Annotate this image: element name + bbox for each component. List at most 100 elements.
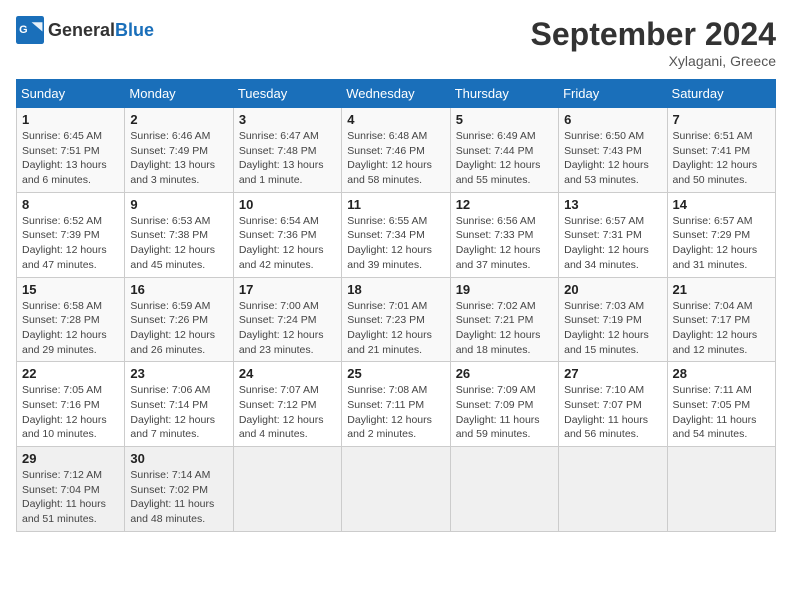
day-number: 18	[347, 282, 444, 297]
month-title: September 2024	[531, 16, 776, 53]
calendar-week-row: 22 Sunrise: 7:05 AMSunset: 7:16 PMDayligh…	[17, 362, 776, 447]
table-row: 20Sunrise: 7:03 AMSunset: 7:19 PMDayligh…	[559, 277, 667, 362]
table-row: 23Sunrise: 7:06 AMSunset: 7:14 PMDayligh…	[125, 362, 233, 447]
day-number: 22	[22, 366, 119, 381]
table-row: 17 Sunrise: 7:00 AMSunset: 7:24 PMDayligh…	[233, 277, 341, 362]
day-number: 7	[673, 112, 770, 127]
cell-info: Sunrise: 6:51 AMSunset: 7:41 PMDaylight:…	[673, 129, 770, 188]
table-row: 29 Sunrise: 7:12 AMSunset: 7:04 PMDayligh…	[17, 447, 125, 532]
location: Xylagani, Greece	[531, 53, 776, 69]
day-number: 8	[22, 197, 119, 212]
cell-info: Sunrise: 6:48 AMSunset: 7:46 PMDaylight:…	[347, 129, 444, 188]
cell-info: Sunrise: 6:59 AMSunset: 7:26 PMDaylight:…	[130, 299, 227, 358]
table-row	[450, 447, 558, 532]
day-number: 9	[130, 197, 227, 212]
day-number: 10	[239, 197, 336, 212]
table-row	[342, 447, 450, 532]
table-row	[233, 447, 341, 532]
table-row: 11Sunrise: 6:55 AMSunset: 7:34 PMDayligh…	[342, 192, 450, 277]
table-row: 26Sunrise: 7:09 AMSunset: 7:09 PMDayligh…	[450, 362, 558, 447]
table-row: 19Sunrise: 7:02 AMSunset: 7:21 PMDayligh…	[450, 277, 558, 362]
table-row: 6 Sunrise: 6:50 AMSunset: 7:43 PMDaylight…	[559, 108, 667, 193]
table-row: 5 Sunrise: 6:49 AMSunset: 7:44 PMDaylight…	[450, 108, 558, 193]
day-number: 5	[456, 112, 553, 127]
logo: G GeneralBlue	[16, 16, 154, 44]
day-number: 27	[564, 366, 661, 381]
cell-info: Sunrise: 7:10 AMSunset: 7:07 PMDaylight:…	[564, 383, 661, 442]
day-number: 19	[456, 282, 553, 297]
calendar-week-row: 29 Sunrise: 7:12 AMSunset: 7:04 PMDayligh…	[17, 447, 776, 532]
table-row: 8 Sunrise: 6:52 AMSunset: 7:39 PMDaylight…	[17, 192, 125, 277]
calendar-week-row: 1 Sunrise: 6:45 AMSunset: 7:51 PMDaylight…	[17, 108, 776, 193]
day-number: 24	[239, 366, 336, 381]
cell-info: Sunrise: 7:00 AMSunset: 7:24 PMDaylight:…	[239, 299, 336, 358]
day-number: 13	[564, 197, 661, 212]
table-row: 30Sunrise: 7:14 AMSunset: 7:02 PMDayligh…	[125, 447, 233, 532]
day-number: 17	[239, 282, 336, 297]
col-tuesday: Tuesday	[233, 80, 341, 108]
logo-blue: Blue	[115, 20, 154, 40]
table-row: 10 Sunrise: 6:54 AMSunset: 7:36 PMDayligh…	[233, 192, 341, 277]
cell-info: Sunrise: 6:46 AMSunset: 7:49 PMDaylight:…	[130, 129, 227, 188]
cell-info: Sunrise: 6:57 AMSunset: 7:29 PMDaylight:…	[673, 214, 770, 273]
table-row: 7 Sunrise: 6:51 AMSunset: 7:41 PMDaylight…	[667, 108, 775, 193]
col-sunday: Sunday	[17, 80, 125, 108]
table-row: 4Sunrise: 6:48 AMSunset: 7:46 PMDaylight…	[342, 108, 450, 193]
cell-info: Sunrise: 7:01 AMSunset: 7:23 PMDaylight:…	[347, 299, 444, 358]
day-number: 2	[130, 112, 227, 127]
cell-info: Sunrise: 6:45 AMSunset: 7:51 PMDaylight:…	[22, 129, 119, 188]
cell-info: Sunrise: 7:09 AMSunset: 7:09 PMDaylight:…	[456, 383, 553, 442]
calendar-header-row: Sunday Monday Tuesday Wednesday Thursday…	[17, 80, 776, 108]
day-number: 21	[673, 282, 770, 297]
cell-info: Sunrise: 6:55 AMSunset: 7:34 PMDaylight:…	[347, 214, 444, 273]
day-number: 3	[239, 112, 336, 127]
day-number: 23	[130, 366, 227, 381]
table-row: 15 Sunrise: 6:58 AMSunset: 7:28 PMDayligh…	[17, 277, 125, 362]
cell-info: Sunrise: 6:58 AMSunset: 7:28 PMDaylight:…	[22, 299, 119, 358]
table-row: 12Sunrise: 6:56 AMSunset: 7:33 PMDayligh…	[450, 192, 558, 277]
day-number: 16	[130, 282, 227, 297]
day-number: 14	[673, 197, 770, 212]
cell-info: Sunrise: 6:52 AMSunset: 7:39 PMDaylight:…	[22, 214, 119, 273]
cell-info: Sunrise: 7:07 AMSunset: 7:12 PMDaylight:…	[239, 383, 336, 442]
table-row: 21 Sunrise: 7:04 AMSunset: 7:17 PMDayligh…	[667, 277, 775, 362]
col-wednesday: Wednesday	[342, 80, 450, 108]
day-number: 30	[130, 451, 227, 466]
calendar-table: Sunday Monday Tuesday Wednesday Thursday…	[16, 79, 776, 532]
svg-text:G: G	[19, 24, 27, 36]
day-number: 6	[564, 112, 661, 127]
cell-info: Sunrise: 7:04 AMSunset: 7:17 PMDaylight:…	[673, 299, 770, 358]
table-row: 28 Sunrise: 7:11 AMSunset: 7:05 PMDayligh…	[667, 362, 775, 447]
cell-info: Sunrise: 6:49 AMSunset: 7:44 PMDaylight:…	[456, 129, 553, 188]
table-row	[559, 447, 667, 532]
day-number: 15	[22, 282, 119, 297]
day-number: 20	[564, 282, 661, 297]
table-row: 16 Sunrise: 6:59 AMSunset: 7:26 PMDayligh…	[125, 277, 233, 362]
logo-general: General	[48, 20, 115, 40]
day-number: 28	[673, 366, 770, 381]
table-row: 1 Sunrise: 6:45 AMSunset: 7:51 PMDaylight…	[17, 108, 125, 193]
title-area: September 2024 Xylagani, Greece	[531, 16, 776, 69]
cell-info: Sunrise: 6:50 AMSunset: 7:43 PMDaylight:…	[564, 129, 661, 188]
day-number: 1	[22, 112, 119, 127]
table-row: 14 Sunrise: 6:57 AMSunset: 7:29 PMDayligh…	[667, 192, 775, 277]
table-row: 2 Sunrise: 6:46 AMSunset: 7:49 PMDaylight…	[125, 108, 233, 193]
day-number: 25	[347, 366, 444, 381]
col-friday: Friday	[559, 80, 667, 108]
cell-info: Sunrise: 7:08 AMSunset: 7:11 PMDaylight:…	[347, 383, 444, 442]
table-row: 22 Sunrise: 7:05 AMSunset: 7:16 PMDayligh…	[17, 362, 125, 447]
cell-info: Sunrise: 7:05 AMSunset: 7:16 PMDaylight:…	[22, 383, 119, 442]
day-number: 29	[22, 451, 119, 466]
table-row: 18 Sunrise: 7:01 AMSunset: 7:23 PMDayligh…	[342, 277, 450, 362]
col-thursday: Thursday	[450, 80, 558, 108]
day-number: 12	[456, 197, 553, 212]
table-row: 13Sunrise: 6:57 AMSunset: 7:31 PMDayligh…	[559, 192, 667, 277]
cell-info: Sunrise: 6:54 AMSunset: 7:36 PMDaylight:…	[239, 214, 336, 273]
logo-icon: G	[16, 16, 44, 44]
calendar-week-row: 15 Sunrise: 6:58 AMSunset: 7:28 PMDayligh…	[17, 277, 776, 362]
page-header: G GeneralBlue September 2024 Xylagani, G…	[16, 16, 776, 69]
cell-info: Sunrise: 7:12 AMSunset: 7:04 PMDaylight:…	[22, 468, 119, 527]
cell-info: Sunrise: 7:11 AMSunset: 7:05 PMDaylight:…	[673, 383, 770, 442]
table-row: 3Sunrise: 6:47 AMSunset: 7:48 PMDaylight…	[233, 108, 341, 193]
col-saturday: Saturday	[667, 80, 775, 108]
